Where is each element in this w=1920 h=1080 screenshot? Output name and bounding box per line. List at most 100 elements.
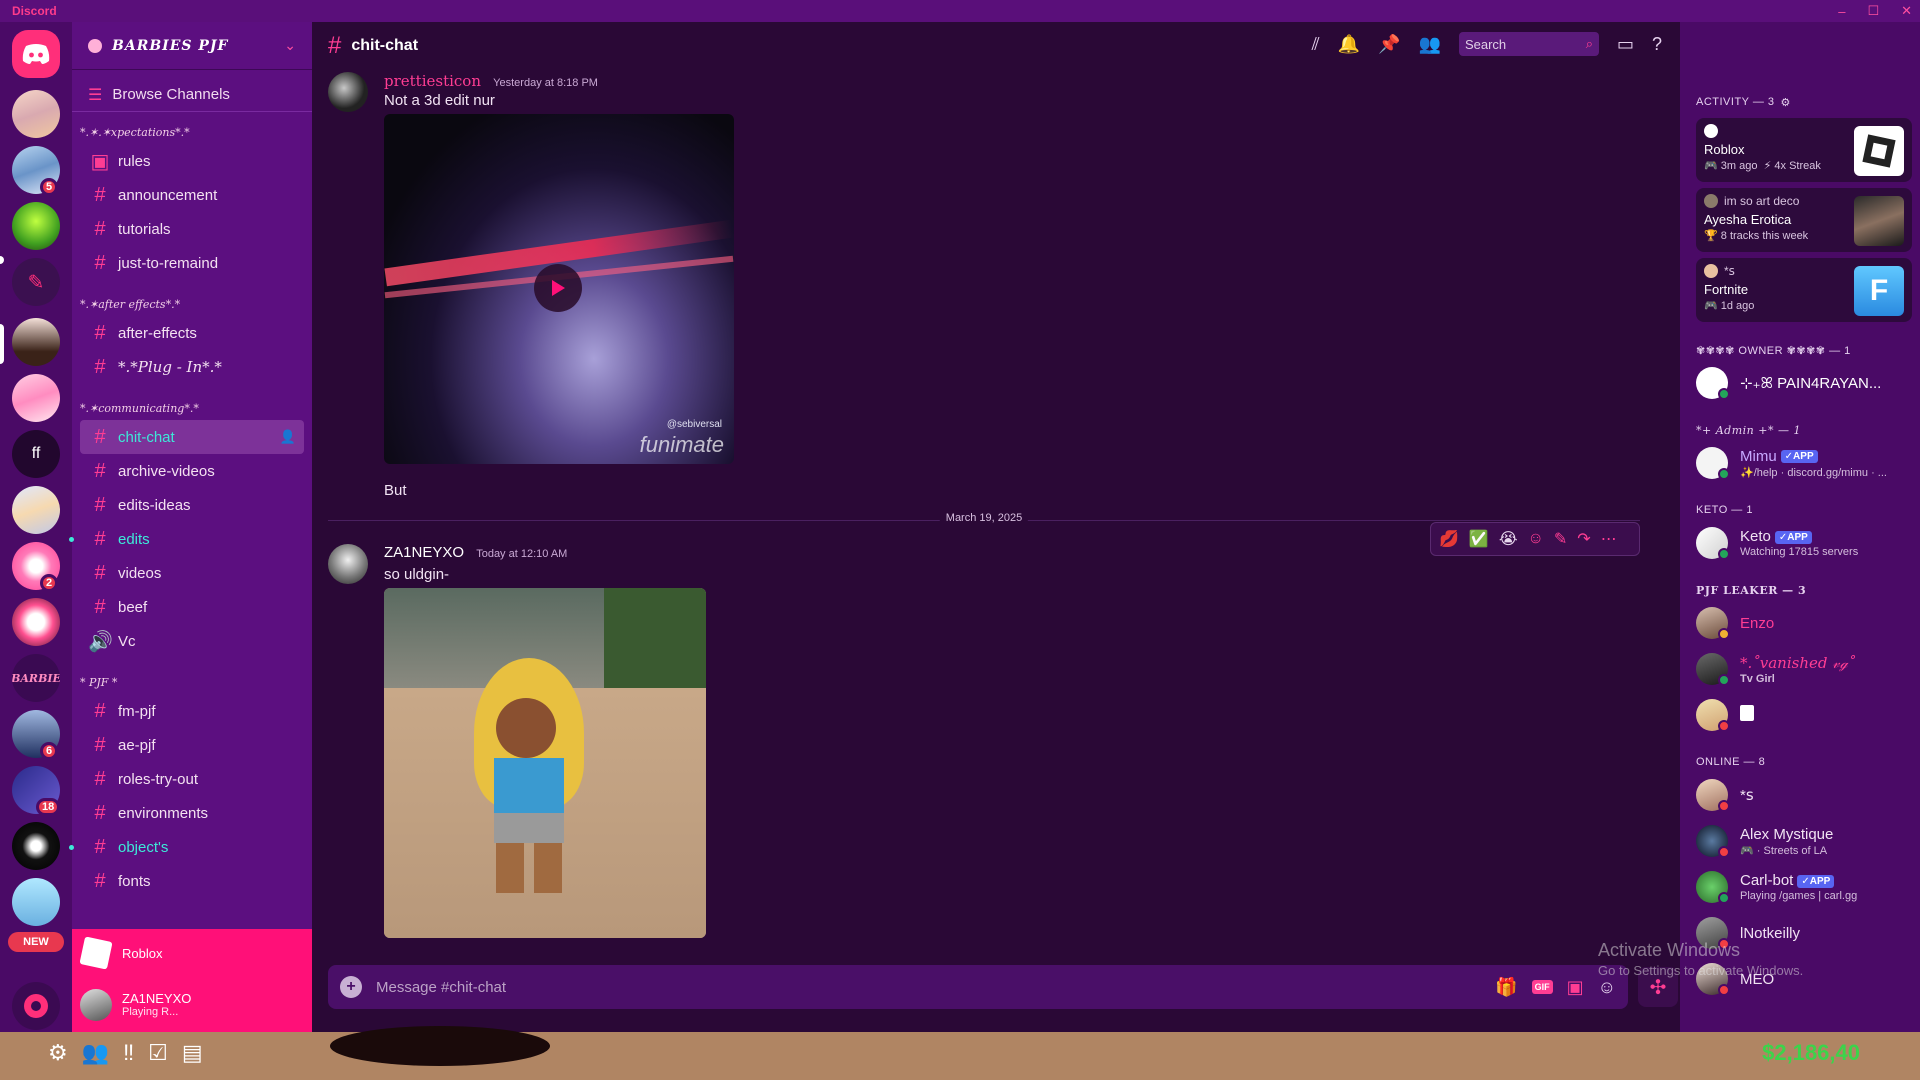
activity-card[interactable]: im so art deco Ayesha Erotica 🏆 8 tracks… [1696, 188, 1912, 252]
maximize-button[interactable]: ☐ [1867, 3, 1879, 19]
server-icon[interactable] [12, 202, 60, 250]
friends-icon[interactable]: 👥 [82, 1040, 109, 1066]
minimize-button[interactable]: – [1838, 4, 1845, 19]
channel-announcement[interactable]: # announcement [80, 178, 304, 212]
chevron-down-icon[interactable]: ⌄ [284, 37, 296, 54]
tasks-icon[interactable]: ☑ [148, 1040, 168, 1066]
channel-beef[interactable]: # beef [80, 590, 304, 624]
channel-videos[interactable]: # videos [80, 556, 304, 590]
channel-chit-chat[interactable]: # chit-chat 👤 [80, 420, 304, 454]
channel-roles-try-out[interactable]: # roles-try-out [80, 762, 304, 796]
inbox-icon[interactable]: ▭ [1617, 34, 1634, 55]
inventory-icon[interactable]: ▤ [182, 1040, 203, 1066]
pin-icon[interactable]: 📌 [1378, 34, 1400, 55]
home-button[interactable] [12, 30, 60, 78]
current-activity-bar[interactable]: Roblox [72, 929, 312, 977]
hash-icon: # [94, 425, 106, 448]
member-item[interactable]: *.˚vanished 𝓋ℊ˚ Tv Girl [1696, 646, 1920, 692]
server-icon[interactable] [12, 90, 60, 138]
emoji-icon[interactable]: ☺ [1598, 977, 1616, 998]
sticker-icon[interactable]: ▣ [1567, 977, 1584, 998]
category-header[interactable]: *.✶after effects*.* [72, 292, 312, 316]
avatar[interactable] [80, 988, 112, 1021]
bell-icon[interactable]: 🔔 [1338, 34, 1360, 55]
channel-objects[interactable]: # object's [69, 830, 304, 864]
channel-plug-in[interactable]: # *.*Plug - In*.* [80, 350, 304, 384]
channel-tutorials[interactable]: # tutorials [80, 212, 304, 246]
forward-icon[interactable]: ↷ [1577, 529, 1590, 549]
video-embed[interactable]: @sebiversal funimate [384, 114, 734, 464]
help-icon[interactable]: ? [1652, 34, 1662, 55]
member-item[interactable]: Alex Mystique 🎮 · Streets of LA [1696, 818, 1920, 864]
gift-icon[interactable]: 🎁 [1495, 977, 1517, 998]
channel-just-to-remaind[interactable]: # just-to-remaind [80, 246, 304, 280]
play-icon[interactable] [534, 264, 582, 312]
hash-icon: # [94, 493, 106, 516]
server-icon[interactable] [12, 822, 60, 870]
edit-icon[interactable]: ✎ [1554, 529, 1567, 549]
hash-icon: # [94, 767, 106, 790]
server-icon[interactable] [12, 878, 60, 926]
server-icon[interactable] [12, 598, 60, 646]
category-header[interactable]: *.✶communicating*.* [72, 396, 312, 420]
image-attachment[interactable] [384, 588, 706, 938]
gif-button[interactable]: GIF [1531, 980, 1553, 994]
channel-fm-pjf[interactable]: # fm-pjf [80, 694, 304, 728]
member-item[interactable]: Mimu ✓APP ✨/help · discord.gg/mimu · ... [1696, 440, 1920, 486]
discover-icon[interactable] [12, 982, 60, 1030]
server-icon[interactable]: ✎ [12, 258, 60, 306]
member-item[interactable]: ⊹₊ꕤ PAIN4RAYAN... [1696, 360, 1920, 406]
add-reaction-icon[interactable]: ☺ [1528, 530, 1544, 548]
channel-environments[interactable]: # environments [80, 796, 304, 830]
app-tag: ✓APP [1774, 530, 1812, 544]
channel-edits-ideas[interactable]: # edits-ideas [80, 488, 304, 522]
member-item[interactable]: Carl-bot ✓APP Playing /games | carl.gg [1696, 864, 1920, 910]
member-item[interactable]: Enzo [1696, 600, 1920, 646]
activity-card[interactable]: *ꜱ Fortnite 🎮 1d ago F [1696, 258, 1912, 322]
server-icon[interactable] [12, 318, 60, 366]
channel-vc[interactable]: 🔊 Vc [80, 624, 304, 658]
member-item[interactable]: *ꜱ [1696, 772, 1920, 818]
message-composer[interactable]: + Message #chit-chat 🎁 GIF ▣ ☺ [328, 965, 1628, 1009]
channel-edits[interactable]: # edits [69, 522, 304, 556]
category-header[interactable]: * PJF * [72, 670, 312, 694]
channel-ae-pjf[interactable]: # ae-pjf [80, 728, 304, 762]
members-icon[interactable]: 👥 [1419, 34, 1441, 55]
guild-header[interactable]: BARBIES PJF ⌄ [72, 22, 312, 70]
server-icon[interactable]: ff [12, 430, 60, 478]
avatar [1704, 194, 1718, 208]
channel-fonts[interactable]: # fonts [80, 864, 304, 898]
hash-icon: # [94, 699, 106, 722]
message-author[interactable]: prettiesticon [384, 72, 481, 90]
user-panel[interactable]: ZA1NEYXO Playing R... [72, 977, 312, 1032]
search-input[interactable]: Search ⌕ [1458, 32, 1599, 56]
roblox-icon [79, 936, 113, 970]
invite-icon[interactable]: 👤 [280, 429, 296, 445]
channel-rules[interactable]: ▣ rules [80, 144, 304, 178]
avatar[interactable] [328, 544, 368, 584]
category-header[interactable]: *.✶.✶xpectations*.* [72, 120, 312, 144]
server-icon[interactable] [12, 486, 60, 534]
crying-emoji-icon[interactable]: 😭 [1499, 529, 1518, 549]
server-icon[interactable]: BARBIE [12, 654, 60, 702]
server-icon[interactable] [12, 374, 60, 422]
more-icon[interactable]: ⋯ [1601, 529, 1617, 549]
alert-icon[interactable]: ‼ [123, 1040, 134, 1066]
new-servers-badge[interactable]: NEW [8, 932, 64, 952]
message-author[interactable]: ZA1NEYXO [384, 544, 464, 561]
avatar[interactable] [328, 72, 368, 112]
channel-archive-videos[interactable]: # archive-videos [80, 454, 304, 488]
close-button[interactable]: ✕ [1901, 3, 1912, 19]
activity-card[interactable]: Roblox 🎮 3m ago ⚡ 4x Streak [1696, 118, 1912, 182]
threads-icon[interactable]: ⫽ [1312, 34, 1320, 55]
gear-icon[interactable]: ⚙ [1781, 96, 1791, 109]
member-item[interactable]: Keto ✓APP Watching 17815 servers [1696, 520, 1920, 566]
browse-channels[interactable]: ☰ Browse Channels [72, 78, 312, 112]
settings-icon[interactable]: ⚙ [48, 1040, 68, 1066]
check-emoji-icon[interactable]: ✅ [1469, 529, 1489, 549]
add-attachment-icon[interactable]: + [340, 976, 362, 998]
lips-emoji-icon[interactable]: 💋 [1439, 529, 1459, 549]
channel-after-effects[interactable]: # after-effects [80, 316, 304, 350]
message-input[interactable]: Message #chit-chat [376, 979, 506, 996]
member-item[interactable] [1696, 692, 1920, 738]
